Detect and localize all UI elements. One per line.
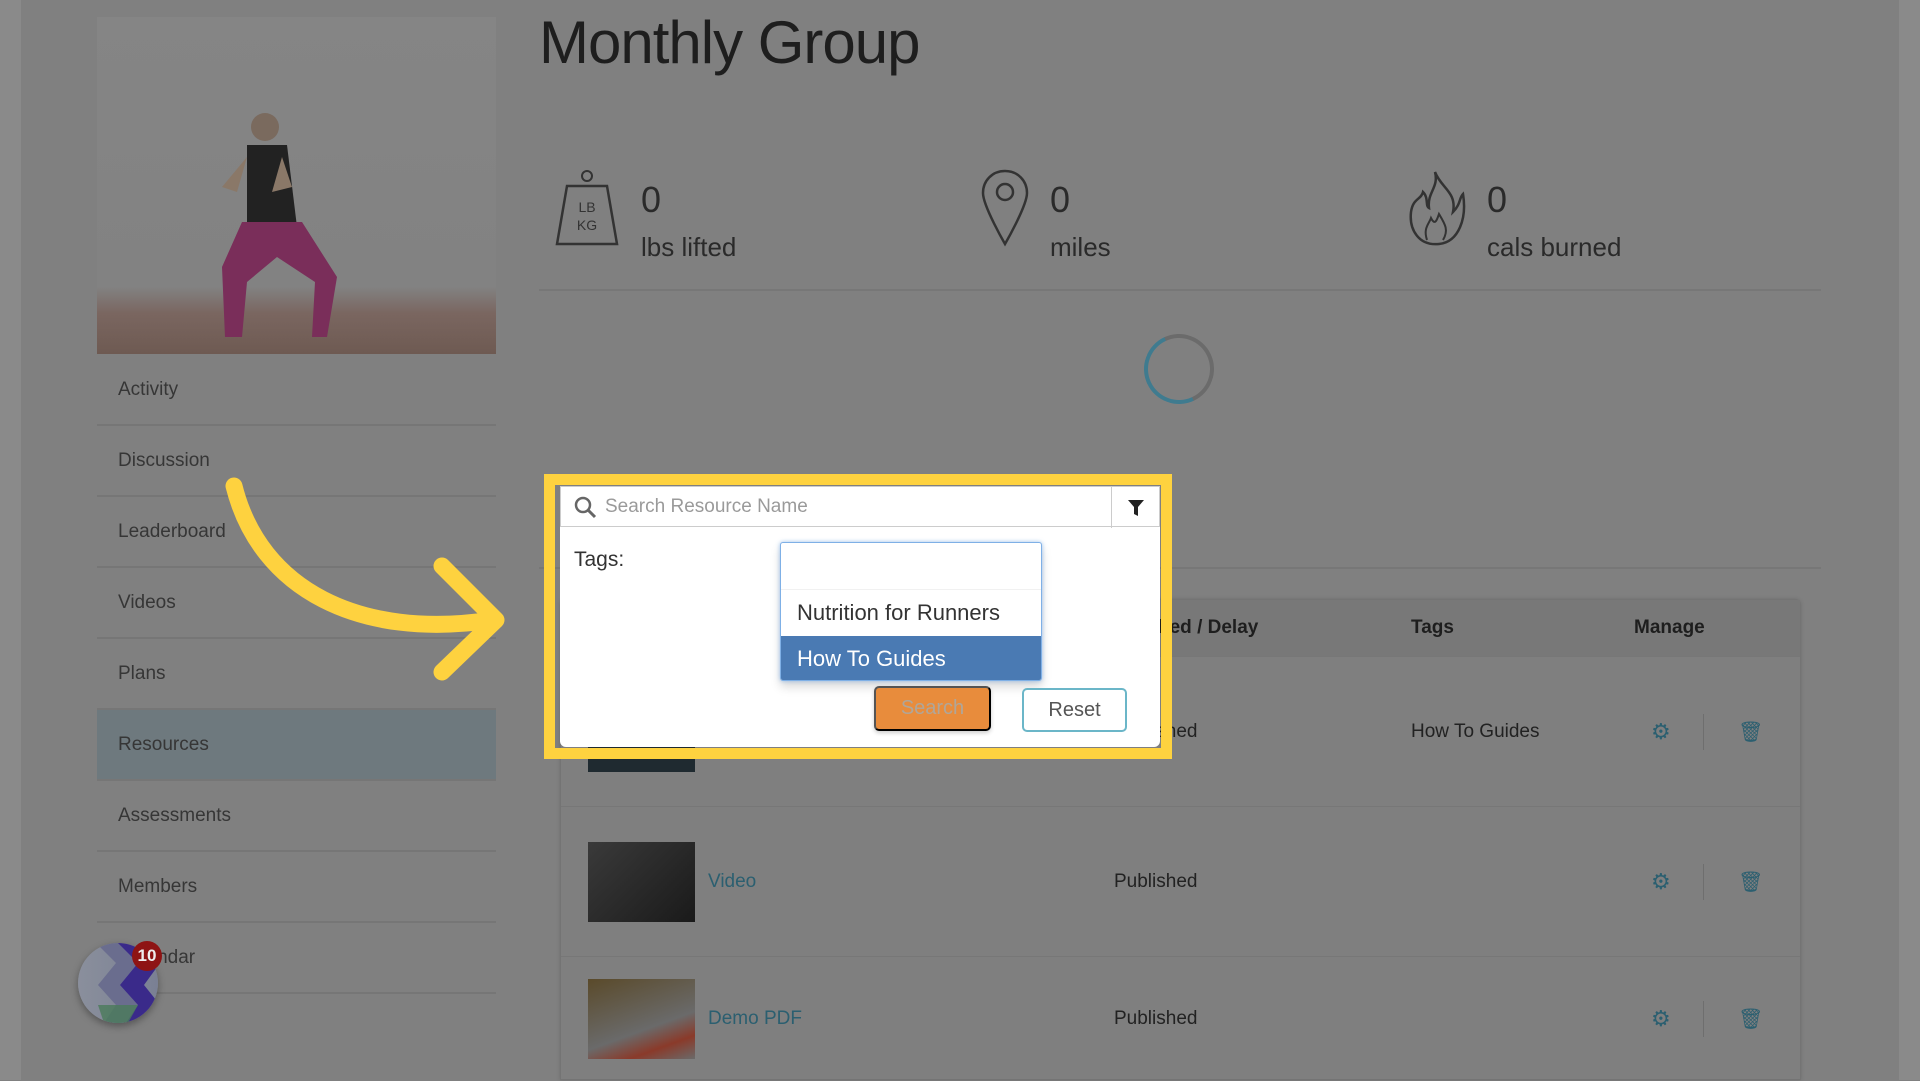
sidebar-item-members[interactable]: Members (97, 852, 496, 923)
page-title: Monthly Group (539, 9, 921, 76)
filter-button[interactable] (1111, 487, 1159, 528)
resource-status: Published (1114, 870, 1198, 892)
sidebar-item-discussion[interactable]: Discussion (97, 426, 496, 497)
search-button[interactable]: Search (874, 686, 991, 731)
resource-thumbnail (588, 979, 695, 1059)
sidebar-item-assessments[interactable]: Assessments (97, 781, 496, 852)
tags-select-input[interactable] (781, 543, 1041, 590)
gear-icon[interactable]: ⚙ (1651, 869, 1671, 895)
divider (1703, 863, 1704, 900)
sidebar-item-videos[interactable]: Videos (97, 568, 496, 639)
gear-icon[interactable]: ⚙ (1651, 1006, 1671, 1032)
divider (539, 289, 1821, 291)
sidebar-nav: Activity Discussion Leaderboard Videos P… (97, 355, 496, 994)
map-pin-icon (981, 169, 1029, 247)
page-edge-left (0, 0, 21, 1080)
stat-label: lbs lifted (641, 232, 737, 262)
header-manage: Manage (1634, 617, 1705, 638)
tag-option-how-to-guides[interactable]: How To Guides (781, 636, 1041, 680)
page-edge-right (1899, 0, 1920, 1080)
divider (1703, 1001, 1704, 1037)
trash-icon[interactable]: 🗑 (1738, 869, 1763, 894)
reset-button[interactable]: Reset (1022, 688, 1127, 732)
tags-label: Tags: (574, 548, 625, 571)
search-input[interactable] (605, 495, 1085, 518)
sidebar-item-plans[interactable]: Plans (97, 639, 496, 710)
stat-lbs-lifted: LB KG 0 lbs lifted (553, 168, 736, 263)
group-cover-photo (97, 17, 496, 354)
trash-icon[interactable]: 🗑 (1738, 719, 1763, 744)
stat-label: miles (1050, 232, 1111, 262)
search-icon (574, 496, 597, 518)
resource-status: Published (1114, 1008, 1198, 1029)
sidebar-item-leaderboard[interactable]: Leaderboard (97, 497, 496, 568)
filter-popup: Tags: Nutrition for Runners How To Guide… (560, 486, 1160, 747)
sidebar-item-resources[interactable]: Resources (97, 710, 496, 781)
header-tags: Tags (1411, 617, 1454, 638)
stat-value: 0 (641, 179, 662, 220)
stat-cals-burned: 0 cals burned (1405, 168, 1621, 263)
notification-badge: 10 (132, 941, 162, 971)
stat-value: 0 (1050, 179, 1071, 220)
table-row: Demo PDF Published ⚙ 🗑 (561, 956, 1800, 1081)
filter-icon (1127, 499, 1144, 516)
svg-text:LB: LB (578, 199, 595, 215)
resource-tags: How To Guides (1411, 720, 1540, 742)
table-row: Video Published ⚙ 🗑 (561, 806, 1800, 956)
tags-select[interactable]: Nutrition for Runners How To Guides (780, 542, 1042, 681)
loading-spinner-icon (1134, 324, 1224, 414)
stat-value: 0 (1487, 179, 1508, 220)
resource-thumbnail (588, 841, 695, 922)
weight-icon: LB KG (555, 170, 619, 246)
stat-label: cals burned (1487, 232, 1622, 262)
gear-icon[interactable]: ⚙ (1651, 719, 1671, 745)
sidebar-item-activity[interactable]: Activity (97, 355, 496, 426)
tag-option-nutrition-for-runners[interactable]: Nutrition for Runners (781, 590, 1041, 636)
trash-icon[interactable]: 🗑 (1738, 1007, 1763, 1032)
svg-text:KG: KG (577, 217, 597, 233)
resource-name-link[interactable]: Video (708, 871, 756, 893)
flame-icon (1409, 171, 1466, 246)
stat-miles: 0 miles (980, 168, 1111, 263)
resource-name-link[interactable]: Demo PDF (708, 1008, 802, 1030)
search-bar (560, 486, 1160, 528)
divider (1703, 713, 1704, 750)
